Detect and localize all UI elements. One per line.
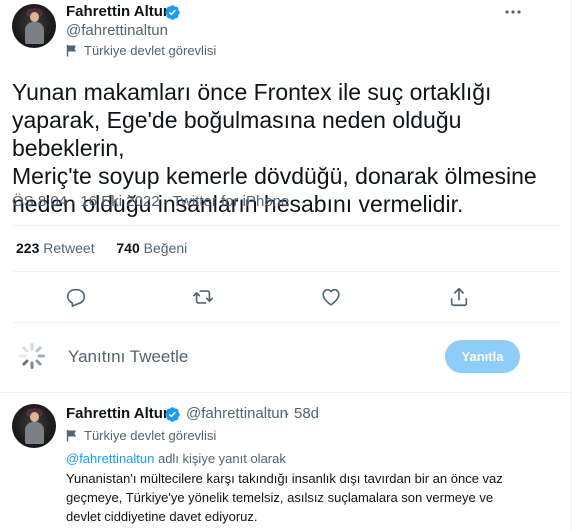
author-name[interactable]: Fahrettin Altun <box>66 3 172 20</box>
verified-badge-icon <box>165 5 180 20</box>
reply-author-avatar[interactable] <box>12 404 56 448</box>
reply-button[interactable]: Yanıtla <box>445 340 520 373</box>
tweet-stats: 223 Retweet 740 Beğeni <box>16 240 187 256</box>
reply-government-label: Türkiye devlet görevlisi <box>66 428 216 443</box>
tweet-timestamp[interactable]: ÖS 8:04 · 16 Eki 2022 · Twitter for iPho… <box>12 193 289 210</box>
author-avatar[interactable] <box>12 4 56 48</box>
replying-to-mention[interactable]: @fahrettinaltun <box>66 451 154 466</box>
reply-input[interactable]: Yanıtını Tweetle <box>68 347 188 367</box>
divider <box>12 225 560 226</box>
reply-time[interactable]: 58d <box>294 405 319 422</box>
more-options-icon[interactable] <box>503 2 523 22</box>
retweet-count: 223 <box>16 240 40 256</box>
divider <box>0 392 571 393</box>
reply-government-label-text: Türkiye devlet görevlisi <box>84 428 217 443</box>
retweet-stat-label: Retweet <box>43 240 95 256</box>
government-label: Türkiye devlet görevlisi <box>66 43 216 58</box>
like-count: 740 <box>116 240 140 256</box>
like-stat-label: Beğeni <box>143 240 188 256</box>
reply-icon[interactable] <box>65 286 87 308</box>
replying-to-suffix: adlı kişiye yanıt olarak <box>154 451 286 466</box>
divider <box>12 271 560 272</box>
reply-text: Yunanistan'ı mültecilere karşı takındığı… <box>66 471 503 524</box>
replying-to: @fahrettinaltun adlı kişiye yanıt olarak <box>66 451 286 466</box>
government-label-text: Türkiye devlet görevlisi <box>84 43 217 58</box>
reply-dot: · <box>285 405 290 422</box>
retweet-icon[interactable] <box>192 286 214 308</box>
verified-badge-icon <box>165 407 180 422</box>
reply-author-handle[interactable]: @fahrettinaltun <box>186 405 288 422</box>
share-icon[interactable] <box>448 286 470 308</box>
like-stat[interactable]: 740 Beğeni <box>116 240 187 256</box>
like-icon[interactable] <box>320 286 342 308</box>
divider <box>12 322 560 323</box>
reply-author-name[interactable]: Fahrettin Altun <box>66 405 172 422</box>
loading-spinner-icon <box>19 343 45 369</box>
retweet-stat[interactable]: 223 Retweet <box>16 240 95 256</box>
flag-icon <box>66 45 76 57</box>
flag-icon <box>66 430 76 442</box>
author-handle[interactable]: @fahrettinaltun <box>66 22 168 39</box>
